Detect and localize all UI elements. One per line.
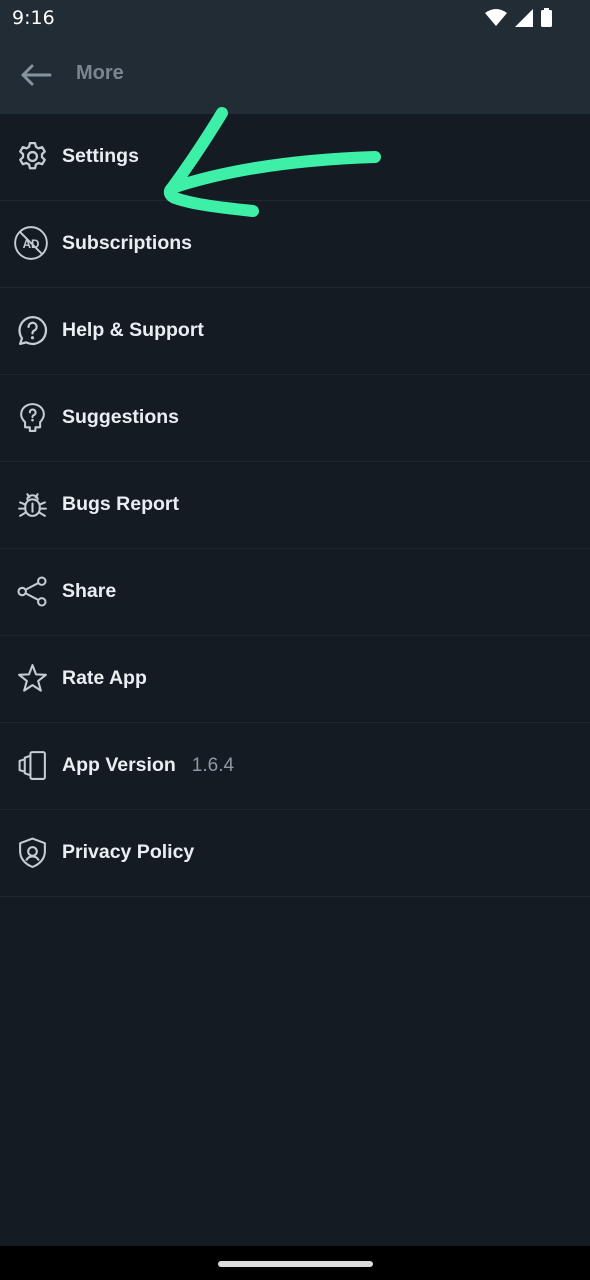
menu-item-settings[interactable]: Settings (0, 114, 590, 201)
bug-icon (18, 493, 47, 517)
menu-item-share[interactable]: Share (0, 549, 590, 636)
gear-icon (19, 141, 46, 170)
status-bar: 9:16 (0, 0, 590, 36)
menu-item-app-version[interactable]: App Version 1.6.4 (0, 723, 590, 810)
menu-item-label: Share (62, 580, 117, 602)
status-icons (485, 8, 552, 27)
arrow-left-icon (21, 64, 52, 86)
app-version-label: App Version (62, 754, 176, 776)
menu-item-label: Settings (62, 145, 139, 167)
home-indicator[interactable] (218, 1261, 373, 1267)
share-icon (17, 576, 47, 607)
battery-icon (541, 8, 552, 27)
menu-item-label: App Version 1.6.4 (62, 754, 234, 777)
svg-text:AD: AD (23, 238, 40, 251)
status-time: 9:16 (12, 7, 55, 29)
menu-item-label: Privacy Policy (62, 841, 195, 863)
app-version-value: 1.6.4 (191, 755, 235, 776)
star-icon (18, 664, 47, 692)
menu-item-label: Rate App (62, 667, 147, 689)
suggestion-icon (20, 403, 45, 432)
menu-item-subscriptions[interactable]: AD Subscriptions (0, 201, 590, 288)
shield-icon (19, 837, 46, 868)
wifi-icon (485, 8, 507, 26)
menu-item-rate-app[interactable]: Rate App (0, 636, 590, 723)
menu-item-label: Suggestions (62, 406, 180, 428)
menu-item-label: Bugs Report (62, 493, 179, 515)
menu-item-bugs-report[interactable]: Bugs Report (0, 462, 590, 549)
menu-item-label: Subscriptions (62, 232, 193, 254)
app-version-icon (18, 751, 46, 780)
menu-item-help-support[interactable]: Help & Support (0, 288, 590, 375)
menu-item-privacy-policy[interactable]: Privacy Policy (0, 810, 590, 897)
help-icon (18, 315, 48, 346)
page-title: More (76, 62, 124, 84)
menu-item-suggestions[interactable]: Suggestions (0, 375, 590, 462)
app-bar: More (0, 36, 590, 114)
no-ads-icon: AD (14, 226, 48, 260)
menu-item-label: Help & Support (62, 319, 204, 341)
back-button[interactable] (14, 56, 58, 94)
cellular-signal-icon (515, 8, 533, 27)
menu-list: Settings AD Subscriptions Help & Support (0, 114, 590, 897)
